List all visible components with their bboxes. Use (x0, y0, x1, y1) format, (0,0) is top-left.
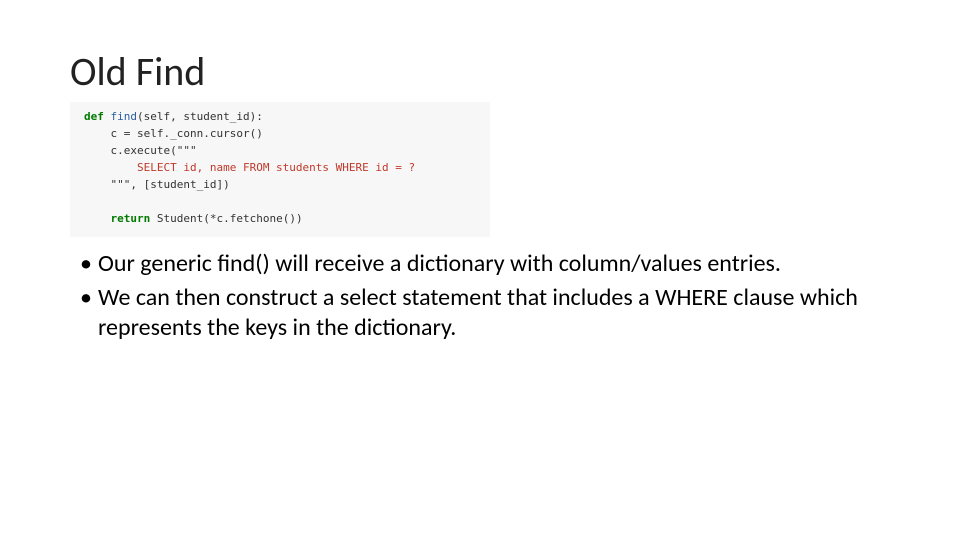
code-fn-name: find (111, 110, 138, 123)
code-line-5: """, [student_id]) (111, 178, 230, 191)
slide-title: Old Find (70, 50, 890, 94)
code-return-rest: Student(*c.fetchone()) (150, 212, 302, 225)
code-sql: SELECT id, name FROM students WHERE id =… (137, 161, 415, 174)
code-line-2: c = self._conn.cursor() (111, 127, 263, 140)
slide: Old Find def find(self, student_id): c =… (0, 0, 960, 540)
code-line-3: c.execute(""" (111, 144, 197, 157)
code-pre: def find(self, student_id): c = self._co… (84, 108, 480, 227)
code-params: (self, student_id): (137, 110, 263, 123)
bullet-item: Our generic find() will receive a dictio… (80, 249, 890, 279)
code-block: def find(self, student_id): c = self._co… (70, 102, 490, 237)
code-kw-def: def (84, 110, 104, 123)
bullet-list: Our generic find() will receive a dictio… (80, 249, 890, 343)
code-kw-return: return (111, 212, 151, 225)
bullet-item: We can then construct a select statement… (80, 283, 890, 343)
